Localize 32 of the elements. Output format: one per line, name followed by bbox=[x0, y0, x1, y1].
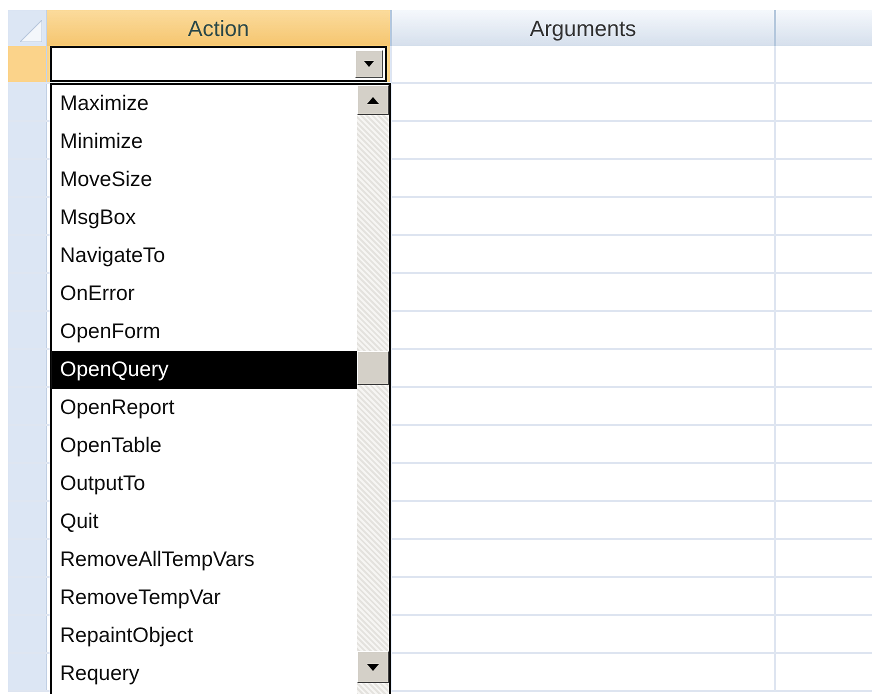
list-item[interactable]: OpenTable bbox=[52, 427, 357, 465]
column-header[interactable]: Action bbox=[47, 10, 392, 46]
list-item[interactable]: MoveSize bbox=[52, 161, 357, 199]
row-selector[interactable] bbox=[8, 84, 47, 120]
row-selector[interactable] bbox=[8, 46, 47, 82]
scroll-thumb[interactable] bbox=[357, 351, 389, 385]
down-arrow-icon bbox=[364, 61, 374, 67]
list-item[interactable]: OnError bbox=[52, 275, 357, 313]
dropdown-button[interactable] bbox=[355, 50, 383, 78]
list-item[interactable]: OutputTo bbox=[52, 465, 357, 503]
list-item[interactable]: Quit bbox=[52, 503, 357, 541]
column-header[interactable] bbox=[776, 10, 872, 46]
scrollbar[interactable] bbox=[357, 85, 389, 694]
down-arrow-icon bbox=[367, 664, 379, 670]
up-arrow-icon bbox=[367, 96, 379, 104]
list-item[interactable]: OpenQuery bbox=[52, 351, 357, 389]
list-item[interactable]: NavigateTo bbox=[52, 237, 357, 275]
list-item[interactable]: RemoveTempVar bbox=[52, 579, 357, 617]
list-item[interactable]: OpenReport bbox=[52, 389, 357, 427]
list-item[interactable]: RepaintObject bbox=[52, 617, 357, 655]
column-header[interactable]: Arguments bbox=[392, 10, 776, 46]
list-item[interactable]: Requery bbox=[52, 655, 357, 693]
list-item[interactable]: Minimize bbox=[52, 123, 357, 161]
scroll-up-button[interactable] bbox=[357, 85, 389, 115]
list-item[interactable]: Maximize bbox=[52, 85, 357, 123]
scroll-down-button[interactable] bbox=[357, 651, 389, 683]
row-selector[interactable] bbox=[8, 654, 47, 690]
select-all-corner[interactable] bbox=[8, 10, 47, 46]
list-item[interactable]: OpenForm bbox=[52, 313, 357, 351]
list-item[interactable]: MsgBox bbox=[52, 199, 357, 237]
triangle-icon bbox=[20, 20, 42, 42]
list-item[interactable]: RemoveAllTempVars bbox=[52, 541, 357, 579]
